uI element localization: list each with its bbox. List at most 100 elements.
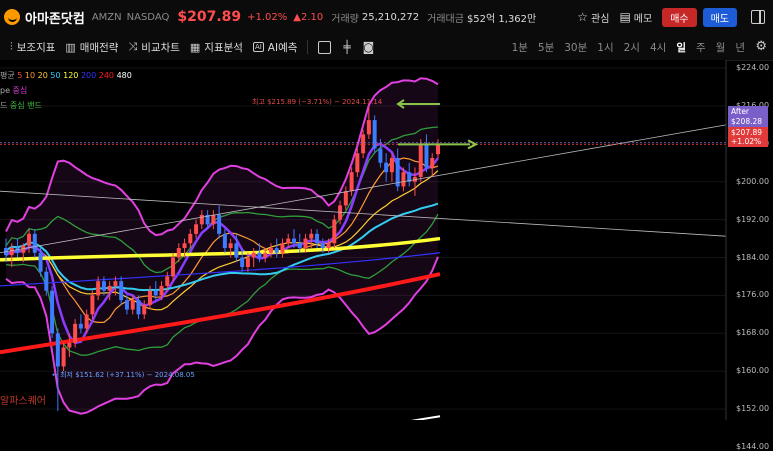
ma-period-240: 240 <box>98 71 117 80</box>
candle-body <box>320 243 325 249</box>
period-week[interactable]: 주 <box>696 40 706 55</box>
period-1h[interactable]: 1시 <box>597 40 613 55</box>
candle-body <box>15 248 20 253</box>
axis-label: $152.00 <box>736 404 770 414</box>
candle-body <box>286 238 291 244</box>
ma-period-480: 480 <box>116 71 132 80</box>
watchlist-button[interactable]: ☆ 관심 <box>577 10 609 25</box>
candle-body <box>165 276 170 286</box>
amount-value: $52억 1,362만 <box>466 13 537 25</box>
candle-body <box>292 238 296 244</box>
indicator-legend: 평균 5 10 20 50 120 200 240 480 pe 중심 드 중심… <box>0 68 132 113</box>
period-day[interactable]: 일 <box>676 40 686 55</box>
chart-bars-icon: ▥ <box>65 40 76 54</box>
ma-period-120: 120 <box>63 71 81 80</box>
amount-label: 거래대금 <box>427 13 464 25</box>
candle-body <box>211 214 216 225</box>
candle-body <box>124 300 129 310</box>
candle-body <box>389 158 394 173</box>
sell-button[interactable]: 매도 <box>702 7 737 27</box>
period-2h[interactable]: 2시 <box>624 40 640 55</box>
compare-label: 비교차트 <box>141 41 180 54</box>
band-label: 드 <box>0 101 8 110</box>
candle-body <box>73 323 78 343</box>
candle-body <box>44 271 49 291</box>
pe-legend[interactable]: pe 중심 <box>0 83 132 98</box>
indicators-button[interactable]: ⫶ 보조지표 <box>10 40 55 55</box>
axis-label: $200.00 <box>736 176 770 186</box>
candlestick-icon[interactable]: ╪ <box>343 40 350 54</box>
period-4h[interactable]: 4시 <box>650 40 666 55</box>
change-amount: ▲2.10 <box>293 11 324 23</box>
buy-button[interactable]: 매수 <box>662 7 697 27</box>
candle-body <box>315 233 320 244</box>
candle-body <box>188 233 193 244</box>
period-30min[interactable]: 30분 <box>564 40 587 55</box>
candle-body <box>366 120 371 135</box>
candle-body <box>257 252 262 258</box>
candle-body <box>378 148 383 163</box>
candle-body <box>332 219 337 244</box>
band-legend[interactable]: 드 중심 밴드 <box>0 98 132 113</box>
stock-name: 아마존닷컴 <box>25 11 85 27</box>
top-bar: 아마존닷컴 AMZN NASDAQ $207.89 +1.02% ▲2.10 거… <box>0 0 773 34</box>
candle-body <box>424 143 429 168</box>
candle-body <box>349 172 354 192</box>
axis-label: $160.00 <box>736 366 770 376</box>
side-panel-icon[interactable] <box>751 10 765 24</box>
price-tag-value: $207.89 <box>731 128 763 137</box>
memo-icon: ▤ <box>619 10 631 24</box>
strategy-button[interactable]: ▥ 매매전략 <box>65 40 118 55</box>
candle-body <box>355 153 360 173</box>
current-price: $207.89 <box>177 9 242 25</box>
candle-body <box>217 214 222 234</box>
compare-button[interactable]: ⤨ 비교차트 <box>128 40 179 55</box>
candle-body <box>194 224 199 234</box>
candle-body <box>130 300 135 310</box>
candle-body <box>251 252 256 258</box>
low-annotation-text: 최저 $151.62 (+37.11%) − 2024.08.05 <box>60 371 195 379</box>
after-value: $208.28 <box>731 117 763 126</box>
settings-gear-icon[interactable]: ⚙ <box>755 39 767 54</box>
candle-body <box>430 158 435 168</box>
candle-body <box>343 191 348 206</box>
ma-legend[interactable]: 평균 5 10 20 50 120 200 240 480 <box>0 68 132 83</box>
volume-value: 25,210,272 <box>361 11 420 23</box>
period-month[interactable]: 월 <box>716 40 726 55</box>
ma-period-5: 5 <box>17 71 25 80</box>
candle-body <box>9 248 14 256</box>
ticker-symbol: AMZN <box>91 11 122 23</box>
price-chart[interactable] <box>0 60 773 420</box>
period-1min[interactable]: 1분 <box>512 40 528 55</box>
star-icon: ☆ <box>577 10 589 24</box>
period-year[interactable]: 년 <box>735 40 745 55</box>
top-bar-actions: ☆ 관심 ▤ 메모 매수 매도 <box>577 0 773 34</box>
brand-watermark: 알파스퀘어 <box>0 396 46 407</box>
candle-body <box>119 281 124 301</box>
axis-label: $184.00 <box>736 252 770 262</box>
camera-icon[interactable]: ◙ <box>363 40 375 54</box>
candle-body <box>84 314 89 329</box>
candle-body <box>136 300 141 315</box>
candle-body <box>303 238 308 249</box>
axis-label: $168.00 <box>736 328 770 338</box>
candle-body <box>159 285 164 296</box>
change-percent: +1.02% <box>247 11 288 23</box>
ai-predict-button[interactable]: AI AI예측 <box>252 40 298 55</box>
ma-period-10: 10 <box>24 71 38 80</box>
candle-body <box>280 243 285 253</box>
period-5min[interactable]: 5분 <box>538 40 554 55</box>
analysis-label: 지표분석 <box>204 41 243 54</box>
pe-center-label: 중심 <box>12 86 28 95</box>
current-price-tag: $207.89 +1.02% <box>728 127 768 147</box>
ai-predict-label: AI예측 <box>267 41 298 54</box>
exchange-name: NASDAQ <box>126 11 170 23</box>
candle-body <box>113 281 118 286</box>
layout-icon[interactable] <box>318 40 332 54</box>
axis-label: $176.00 <box>736 290 770 300</box>
candle-body <box>182 243 187 249</box>
memo-button[interactable]: ▤ 메모 <box>619 10 652 25</box>
analysis-button[interactable]: ▦ 지표분석 <box>190 40 243 55</box>
pe-label: pe <box>0 86 10 95</box>
candle-body <box>234 243 239 258</box>
